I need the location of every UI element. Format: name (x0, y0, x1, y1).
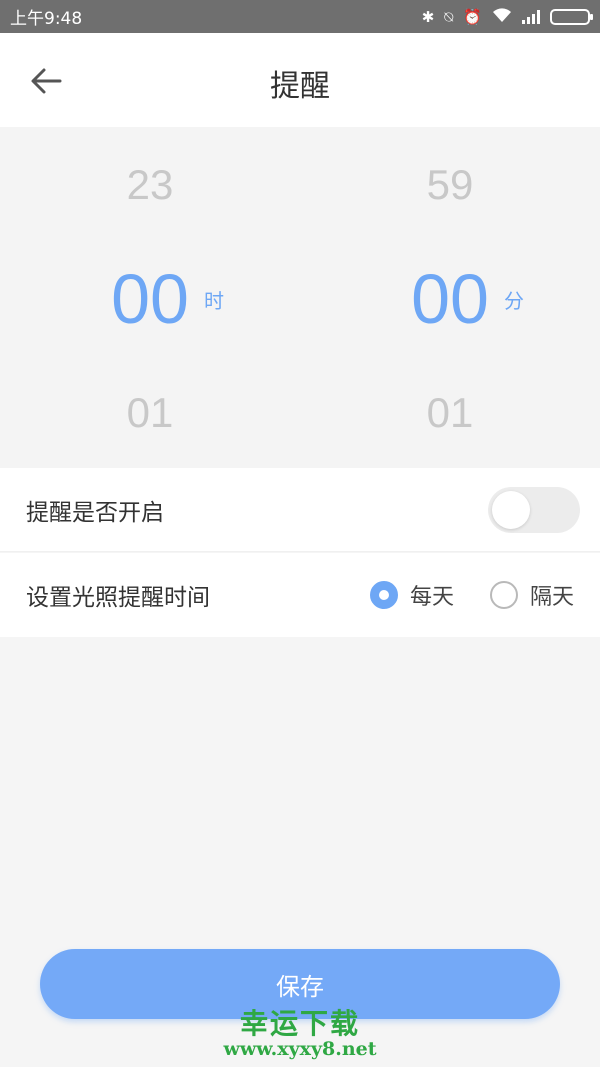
reminder-toggle-row: 提醒是否开启 (0, 468, 600, 552)
minute-above[interactable]: 59 (300, 161, 600, 209)
radio-every-other-day[interactable]: 隔天 (489, 579, 574, 611)
status-bar: 上午9:48 ✱ ⍉ ⏰ (0, 0, 600, 33)
toggle-knob (492, 490, 530, 529)
minute-below[interactable]: 01 (300, 389, 600, 437)
battery-icon (550, 8, 593, 25)
watermark-title: 幸运下载 (239, 1007, 360, 1040)
radio-unchecked-icon[interactable] (489, 581, 518, 609)
hour-above[interactable]: 23 (0, 161, 300, 209)
minute-wheel[interactable]: 59 00 分 01 (300, 127, 600, 468)
minute-unit: 分 (504, 289, 524, 313)
page-title: 提醒 (270, 69, 330, 104)
status-icons: ✱ ⍉ ⏰ (421, 7, 593, 27)
hour-selected[interactable]: 00 (0, 259, 300, 339)
header: 提醒 (0, 33, 600, 127)
radio-daily-label[interactable]: 每天 (410, 579, 454, 611)
reminder-toggle-switch[interactable] (488, 486, 580, 533)
wifi-icon (492, 7, 512, 27)
reminder-toggle-label: 提醒是否开启 (26, 499, 164, 526)
radio-every-other-day-label[interactable]: 隔天 (530, 579, 574, 611)
status-time: 上午9:48 (10, 9, 83, 29)
hour-below[interactable]: 01 (0, 389, 300, 437)
schedule-row: 设置光照提醒时间 每天 隔天 (0, 553, 600, 637)
radio-checked-icon[interactable] (369, 581, 398, 609)
hour-unit: 时 (204, 289, 224, 313)
alarm-muted-icon: ⍉ (444, 7, 454, 26)
time-picker: 23 00 时 01 59 00 分 01 (0, 127, 600, 468)
radio-daily[interactable]: 每天 (369, 579, 454, 611)
bluetooth-icon: ✱ (421, 7, 435, 26)
signal-icon (522, 9, 540, 24)
minute-selected[interactable]: 00 (300, 259, 600, 339)
schedule-label: 设置光照提醒时间 (26, 585, 210, 611)
alarm-icon: ⏰ (463, 7, 482, 26)
schedule-radio-group: 每天 隔天 (334, 579, 574, 611)
hour-wheel[interactable]: 23 00 时 01 (0, 127, 300, 468)
watermark-url: www.xyxy8.net (223, 1038, 377, 1060)
